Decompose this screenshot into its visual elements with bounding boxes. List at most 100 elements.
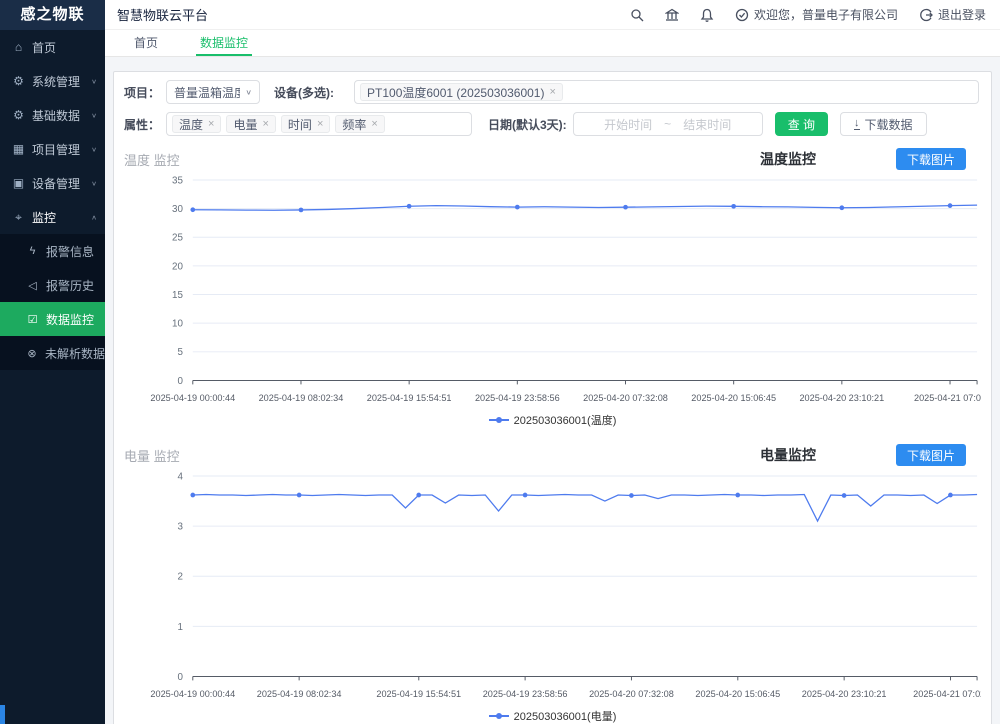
svg-text:2025-04-20 07:32:08: 2025-04-20 07:32:08 [589, 689, 674, 699]
svg-text:2025-04-19 15:54:51: 2025-04-19 15:54:51 [376, 689, 461, 699]
electricity-chart: 012342025-04-19 00:00:442025-04-19 08:02… [124, 468, 981, 708]
date-start-placeholder: 开始时间 [604, 116, 652, 133]
date-separator: ~ [664, 117, 671, 131]
attribute-multiselect[interactable]: 温度 × 电量 × 时间 × 频率 × [166, 112, 472, 136]
svg-text:2025-04-19 00:00:44: 2025-04-19 00:00:44 [150, 393, 235, 403]
sidebar-item-project[interactable]: ▦ 项目管理 ∨ [0, 132, 105, 166]
welcome-user[interactable]: 欢迎您，普量电子有限公司 [735, 6, 898, 23]
download-data-button[interactable]: ↓ 下载数据 [840, 112, 927, 136]
chevron-down-icon: ∨ [91, 77, 97, 84]
svg-text:2025-04-20 15:06:45: 2025-04-20 15:06:45 [695, 689, 780, 699]
sidebar-item-alarm-info[interactable]: ϟ 报警信息 [0, 234, 105, 268]
home-icon: ⌂ [12, 40, 25, 54]
sidebar-item-alarm-history[interactable]: ◁ 报警历史 [0, 268, 105, 302]
top-header: 智慧物联云平台 欢迎您，普量电子有限公司 退出登录 [105, 0, 1000, 30]
circle-check-icon [735, 8, 749, 22]
lightning-icon: ϟ [26, 245, 39, 257]
close-icon[interactable]: × [317, 118, 323, 130]
page-title: 智慧物联云平台 [117, 5, 208, 24]
svg-text:2025-04-19 08:02:34: 2025-04-19 08:02:34 [259, 393, 344, 403]
sidebar-item-label: 报警信息 [46, 243, 94, 260]
sidebar-item-basedata[interactable]: ⚙ 基础数据 ∨ [0, 98, 105, 132]
close-icon[interactable]: × [549, 86, 555, 98]
sidebar-scrollbar-thumb[interactable] [0, 705, 5, 724]
legend-marker-icon [489, 419, 509, 421]
gear-icon: ⚙ [12, 74, 25, 88]
svg-text:35: 35 [172, 175, 183, 186]
close-icon[interactable]: × [371, 118, 377, 130]
electricity-legend[interactable]: 202503036001(电量) [124, 708, 981, 724]
sidebar-item-system[interactable]: ⚙ 系统管理 ∨ [0, 64, 105, 98]
svg-text:2025-04-20 15:06:45: 2025-04-20 15:06:45 [691, 393, 776, 403]
svg-text:30: 30 [172, 204, 183, 215]
date-range-input[interactable]: 开始时间 ~ 结束时间 [573, 112, 763, 136]
tab-bar: 首页 数据监控 [105, 30, 1000, 57]
chevron-down-icon: ∨ [91, 179, 97, 186]
filter-row-project: 项目： 普量温箱温度... ∨ 设备(多选): PT100温度6001 (202… [124, 80, 981, 104]
svg-text:3: 3 [177, 522, 183, 533]
attr-tag[interactable]: 温度 × [172, 115, 221, 133]
attr-tag[interactable]: 电量 × [226, 115, 275, 133]
legend-label: 202503036001(电量) [514, 708, 617, 724]
tab-home[interactable]: 首页 [130, 30, 162, 56]
gear-icon: ⚙ [12, 108, 25, 122]
sidebar-item-label: 首页 [32, 39, 56, 56]
attr-label: 属性： [124, 116, 160, 133]
svg-text:2: 2 [177, 572, 182, 583]
svg-text:15: 15 [172, 290, 183, 301]
app-window: 感之物联 ⌂ 首页 ⚙ 系统管理 ∨ ⚙ 基础数据 ∨ ▦ 项目管理 ∨ ▣ 设… [0, 0, 1000, 724]
svg-text:2025-04-19 23:58:56: 2025-04-19 23:58:56 [475, 393, 560, 403]
filter-row-attrs: 属性： 温度 × 电量 × 时间 × [124, 112, 981, 136]
grid-icon: ▦ [12, 142, 25, 156]
bell-icon[interactable] [700, 8, 714, 22]
download-image-button[interactable]: 下载图片 [896, 148, 966, 170]
sidebar-item-label: 报警历史 [46, 277, 94, 294]
query-button[interactable]: 查 询 [775, 112, 828, 136]
chevron-down-icon: ∨ [91, 111, 97, 118]
device-multiselect[interactable]: PT100温度6001 (202503036001) × [354, 80, 979, 104]
project-select[interactable]: 普量温箱温度... ∨ [166, 80, 260, 104]
bank-icon[interactable] [665, 8, 679, 22]
sidebar-item-label: 系统管理 [32, 73, 80, 90]
sidebar-item-label: 监控 [32, 209, 56, 226]
close-icon[interactable]: × [262, 118, 268, 130]
logout-text: 退出登录 [938, 6, 986, 23]
svg-text:2025-04-19 23:58:56: 2025-04-19 23:58:56 [483, 689, 568, 699]
chevron-down-icon: ∨ [91, 145, 97, 152]
close-icon[interactable]: × [208, 118, 214, 130]
sidebar-item-monitor[interactable]: ⌖ 监控 ∧ [0, 200, 105, 234]
sidebar-item-device[interactable]: ▣ 设备管理 ∨ [0, 166, 105, 200]
sidebar-item-unparsed-data[interactable]: ⊗ 未解析数据 [0, 336, 105, 370]
header-actions: 欢迎您，普量电子有限公司 退出登录 [630, 6, 986, 23]
chevron-down-icon: ∨ [245, 88, 252, 97]
speaker-icon: ◁ [26, 279, 39, 292]
device-tag[interactable]: PT100温度6001 (202503036001) × [360, 83, 563, 101]
electricity-chart-title: 电量监控 [760, 445, 816, 465]
svg-text:20: 20 [172, 261, 183, 272]
date-end-placeholder: 结束时间 [683, 116, 731, 133]
unparsed-icon: ⊗ [26, 347, 38, 360]
sidebar: 感之物联 ⌂ 首页 ⚙ 系统管理 ∨ ⚙ 基础数据 ∨ ▦ 项目管理 ∨ ▣ 设… [0, 0, 105, 724]
temperature-legend[interactable]: 202503036001(温度) [124, 412, 981, 428]
electricity-section-title: 电量 监控 [124, 446, 180, 465]
tab-data-monitor[interactable]: 数据监控 [196, 30, 252, 56]
logout-button[interactable]: 退出登录 [919, 6, 986, 23]
attr-tag[interactable]: 频率 × [335, 115, 384, 133]
legend-marker-icon [489, 715, 509, 717]
sidebar-item-home[interactable]: ⌂ 首页 [0, 30, 105, 64]
search-icon[interactable] [630, 8, 644, 22]
monitor-panel: 项目： 普量温箱温度... ∨ 设备(多选): PT100温度6001 (202… [113, 71, 992, 724]
svg-text:2025-04-21 07:02: 2025-04-21 07:02 [914, 393, 981, 403]
svg-text:2025-04-20 23:10:21: 2025-04-20 23:10:21 [799, 393, 884, 403]
welcome-text: 欢迎您，普量电子有限公司 [754, 6, 898, 23]
sidebar-item-label: 基础数据 [32, 107, 80, 124]
pin-icon: ⌖ [12, 210, 25, 225]
sidebar-item-data-monitor[interactable]: ☑ 数据监控 [0, 302, 105, 336]
content-area: 项目： 普量温箱温度... ∨ 设备(多选): PT100温度6001 (202… [105, 57, 1000, 724]
svg-text:10: 10 [172, 319, 183, 330]
attr-tag[interactable]: 时间 × [281, 115, 330, 133]
svg-text:2025-04-20 07:32:08: 2025-04-20 07:32:08 [583, 393, 668, 403]
sidebar-item-label: 未解析数据 [45, 345, 105, 362]
download-image-button[interactable]: 下载图片 [896, 444, 966, 466]
app-logo: 感之物联 [0, 0, 105, 30]
